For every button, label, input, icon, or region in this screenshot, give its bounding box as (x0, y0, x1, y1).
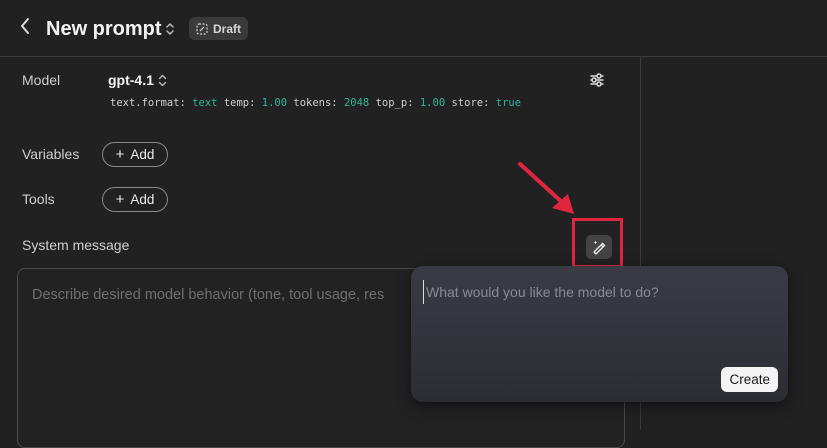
variables-label: Variables (22, 146, 80, 162)
model-select[interactable]: gpt-4.1 (108, 72, 154, 88)
param-key: store: (451, 97, 490, 109)
model-params: text.format: text temp: 1.00 tokens: 204… (110, 97, 521, 109)
add-tool-button[interactable]: + Add (102, 187, 168, 212)
param-key: temp: (223, 97, 256, 109)
system-message-label: System message (22, 237, 130, 253)
param-value: 2048 (343, 97, 370, 109)
param-value: text (192, 97, 218, 109)
updown-chevron-icon[interactable] (164, 21, 176, 37)
add-tool-label: Add (130, 192, 155, 207)
prompt-description-input[interactable] (423, 280, 768, 304)
add-variable-label: Add (130, 147, 155, 162)
create-button[interactable]: Create (721, 367, 778, 392)
header: New prompt Draft (0, 0, 827, 57)
tools-label: Tools (22, 191, 55, 207)
param-key: tokens: (293, 97, 338, 109)
settings-sliders-icon[interactable] (588, 71, 606, 89)
param-key: top_p: (375, 97, 414, 109)
model-label: Model (22, 72, 61, 88)
page-title[interactable]: New prompt (46, 16, 162, 42)
highlight-box (572, 218, 623, 268)
status-badge: Draft (189, 17, 249, 40)
param-value: 1.00 (261, 97, 288, 109)
generate-popover: Create (411, 266, 788, 402)
back-chevron-icon[interactable] (14, 16, 36, 40)
plus-icon: + (115, 191, 125, 208)
plus-icon: + (115, 146, 125, 163)
system-message-placeholder: Describe desired model behavior (tone, t… (32, 287, 385, 303)
model-chevron-icon[interactable] (157, 73, 168, 88)
badge-label: Draft (213, 21, 242, 36)
param-value: true (495, 97, 522, 109)
pointer-arrow-icon (518, 162, 574, 214)
param-key: text.format: (110, 97, 186, 109)
draft-icon (196, 22, 208, 35)
param-value: 1.00 (419, 97, 446, 109)
add-variable-button[interactable]: + Add (102, 142, 168, 167)
